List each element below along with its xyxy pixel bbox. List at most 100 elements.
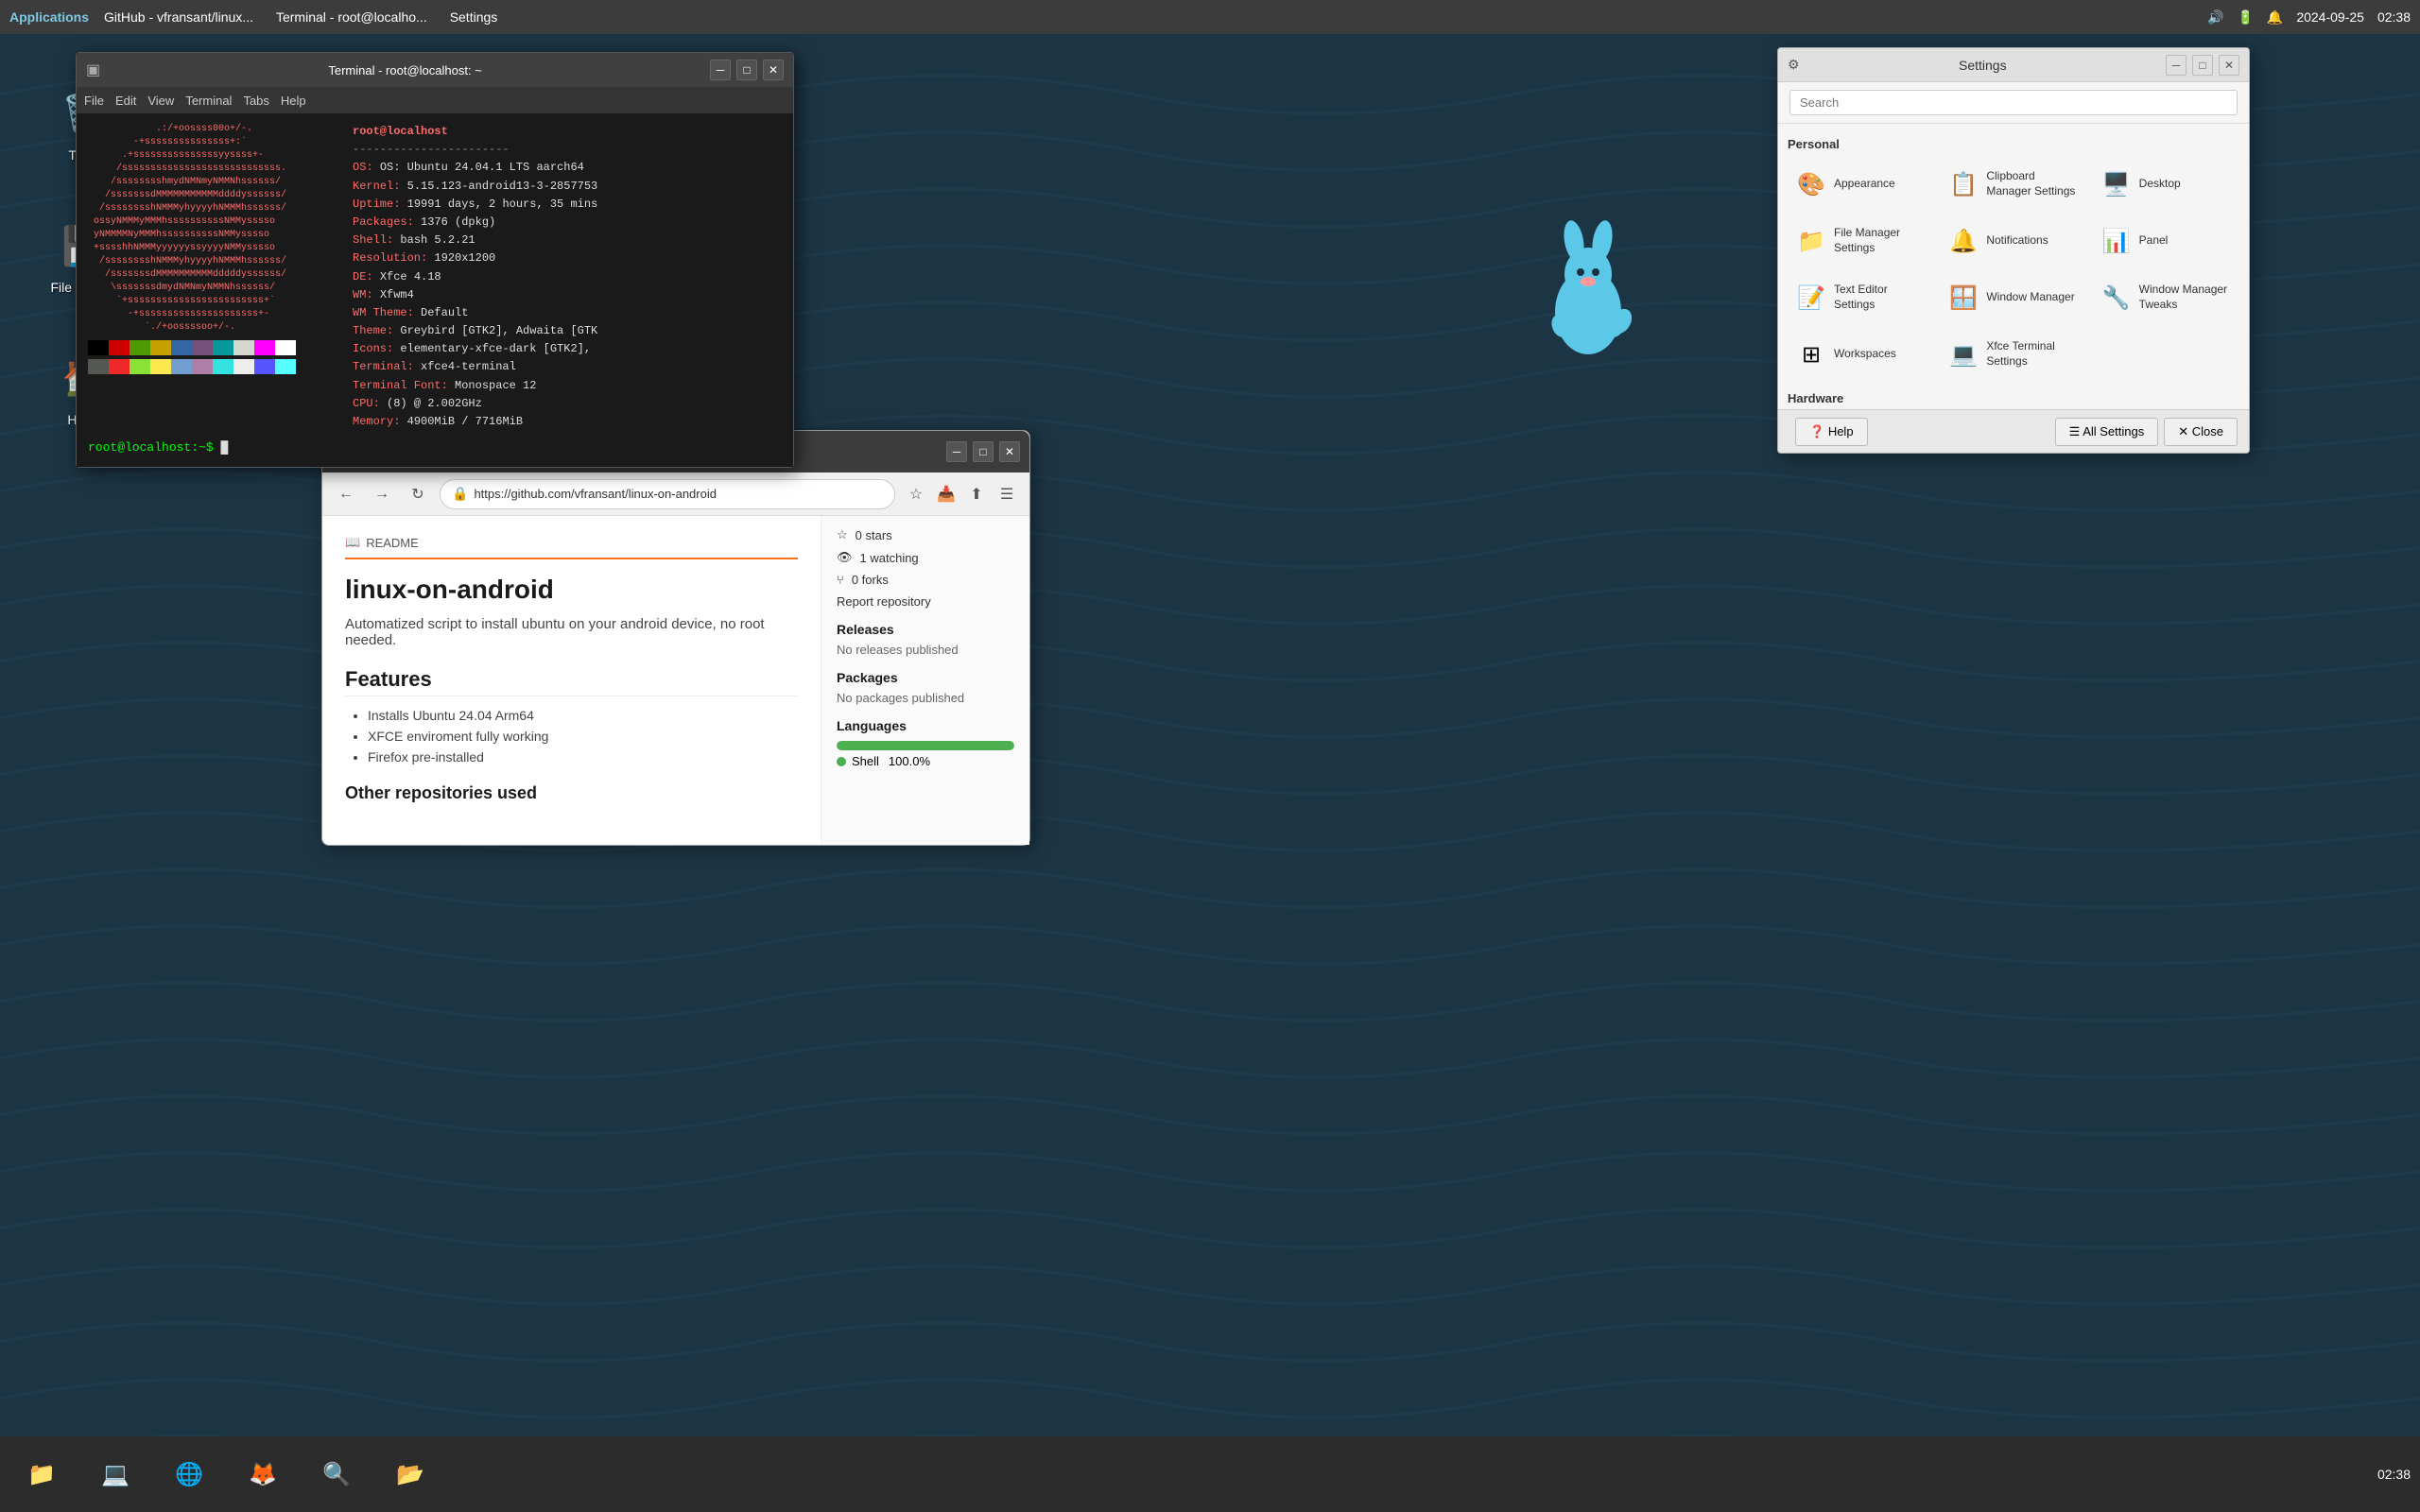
report-stat[interactable]: Report repository xyxy=(837,594,1014,609)
settings-item-panel[interactable]: 📊 Panel xyxy=(2093,215,2239,266)
shell-lang-label: Shell xyxy=(852,754,879,768)
settings-item-windowmanager-tweaks[interactable]: 🔧 Window Manager Tweaks xyxy=(2093,272,2239,323)
settings-all-settings-btn[interactable]: ☰ All Settings xyxy=(2055,418,2159,446)
watching-stat[interactable]: 👁 1 watching xyxy=(837,550,1014,565)
terminal-minimize-btn[interactable]: ─ xyxy=(710,60,731,80)
browser-forward-btn[interactable]: → xyxy=(368,480,396,508)
settings-minimize-btn[interactable]: ─ xyxy=(2166,55,2187,76)
stars-icon: ☆ xyxy=(837,527,848,542)
settings-close-btn2[interactable]: ✕ Close xyxy=(2164,418,2238,446)
browser-menu-btn[interactable]: ☰ xyxy=(994,481,1020,507)
stars-stat[interactable]: ☆ 0 stars xyxy=(837,527,1014,542)
forks-stat[interactable]: ⑂ 0 forks xyxy=(837,573,1014,587)
terminal-titlebar: ▣ Terminal - root@localhost: ~ ─ □ ✕ xyxy=(77,53,793,87)
clock-display: 2024-09-25 xyxy=(2296,9,2364,25)
readme-tab-label: README xyxy=(366,536,419,550)
taskbar-item-files[interactable]: 📁 xyxy=(9,1450,79,1499)
taskbar-item-folder[interactable]: 📂 xyxy=(378,1450,448,1499)
browser-url-bar[interactable]: 🔒 https://github.com/vfransant/linux-on-… xyxy=(440,479,895,509)
settings-help-btn[interactable]: ❓ Help xyxy=(1795,418,1868,446)
panel-icon: 📊 xyxy=(2100,224,2134,258)
terminal-maximize-btn[interactable]: □ xyxy=(736,60,757,80)
readme-panel[interactable]: 📖 README linux-on-android Automatized sc… xyxy=(322,516,821,845)
releases-sub: No releases published xyxy=(837,643,1014,657)
settings-item-xfceterminal[interactable]: 💻 Xfce Terminal Settings xyxy=(1940,329,2086,380)
taskbar-item-terminal[interactable]: 💻 xyxy=(83,1450,153,1499)
taskbar-item-firefox[interactable]: 🦊 xyxy=(231,1450,301,1499)
taskbar-item-browser-manager[interactable]: 🌐 xyxy=(157,1450,227,1499)
settings-maximize-btn[interactable]: □ xyxy=(2192,55,2213,76)
terminal-menu-terminal[interactable]: Terminal xyxy=(185,94,232,108)
xfceterminal-icon: 💻 xyxy=(1946,337,1980,371)
desktop: Applications GitHub - vfransant/linux...… xyxy=(0,0,2420,1512)
settings-body: Personal 🎨 Appearance 📋 Clipboard Manage… xyxy=(1778,124,2249,424)
terminal-menu-help[interactable]: Help xyxy=(281,94,306,108)
browser-close-btn[interactable]: ✕ xyxy=(999,441,1020,462)
settings-controls: ─ □ ✕ xyxy=(2166,55,2239,76)
settings-search-input[interactable] xyxy=(1789,90,2238,115)
browser-toolbar: ← → ↻ 🔒 https://github.com/vfransant/lin… xyxy=(322,472,1029,516)
settings-item-filemanager[interactable]: 📁 File Manager Settings xyxy=(1788,215,1934,266)
forks-icon: ⑂ xyxy=(837,573,844,587)
applications-menu[interactable]: Applications xyxy=(9,9,89,25)
taskbar-time: 02:38 xyxy=(2377,1467,2411,1482)
settings-item-desktop[interactable]: 🖥️ Desktop xyxy=(2093,159,2239,210)
windowmanager-icon: 🪟 xyxy=(1946,281,1980,315)
battery-icon[interactable]: 🔋 xyxy=(2237,9,2253,26)
readme-other-repos-title: Other repositories used xyxy=(345,783,798,803)
settings-item-appearance[interactable]: 🎨 Appearance xyxy=(1788,159,1934,210)
appearance-label: Appearance xyxy=(1834,177,1895,192)
terminal-body[interactable]: .:/+oossss00o+/-. -+sssssssssssssss+:` .… xyxy=(77,113,793,467)
languages-section-title: Languages xyxy=(837,718,1014,733)
time-display: 02:38 xyxy=(2377,9,2411,25)
browser-maximize-btn[interactable]: □ xyxy=(973,441,994,462)
browser-synced-tab-icon[interactable]: ⬆ xyxy=(963,481,990,507)
terminal-controls: ─ □ ✕ xyxy=(710,60,784,80)
report-label: Report repository xyxy=(837,594,931,609)
terminal-window: ▣ Terminal - root@localhost: ~ ─ □ ✕ Fil… xyxy=(76,52,794,468)
settings-item-workspaces[interactable]: ⊞ Workspaces xyxy=(1788,329,1934,380)
terminal-close-btn[interactable]: ✕ xyxy=(763,60,784,80)
files-taskbar-icon: 📁 xyxy=(23,1455,60,1493)
readme-feature-3: Firefox pre-installed xyxy=(368,749,798,765)
browser-minimize-btn[interactable]: ─ xyxy=(946,441,967,462)
url-lock-icon: 🔒 xyxy=(452,486,468,502)
terminal-menu-tabs[interactable]: Tabs xyxy=(243,94,268,108)
top-panel: Applications GitHub - vfransant/linux...… xyxy=(0,0,2420,34)
texteditor-label: Text Editor Settings xyxy=(1834,283,1927,312)
browser-back-btn[interactable]: ← xyxy=(332,480,360,508)
readme-repo-desc: Automatized script to install ubuntu on … xyxy=(345,616,798,648)
term-os: OS: Ubuntu 24.04.1 LTS aarch64 xyxy=(380,161,584,174)
taskbar-right: 02:38 xyxy=(2377,1467,2411,1482)
settings-close-btn[interactable]: ✕ xyxy=(2219,55,2239,76)
settings-item-texteditor[interactable]: 📝 Text Editor Settings xyxy=(1788,272,1934,323)
appearance-icon: 🎨 xyxy=(1794,167,1828,201)
browser-bookmark-bar-icon[interactable]: ☆ xyxy=(903,481,929,507)
workspaces-label: Workspaces xyxy=(1834,347,1896,362)
settings-hardware-title: Hardware xyxy=(1788,391,2239,405)
search-taskbar-icon: 🔍 xyxy=(318,1455,355,1493)
volume-icon[interactable]: 🔊 xyxy=(2207,9,2223,26)
browser-pocket-icon[interactable]: 📥 xyxy=(933,481,959,507)
stars-count: 0 stars xyxy=(856,528,892,542)
windowmanager-tweaks-label: Window Manager Tweaks xyxy=(2139,283,2233,312)
notifications-icon: 🔔 xyxy=(1946,224,1980,258)
browser-refresh-btn[interactable]: ↻ xyxy=(404,480,432,508)
taskbar-item-search[interactable]: 🔍 xyxy=(304,1450,374,1499)
terminal-menu-view[interactable]: View xyxy=(147,94,174,108)
shell-lang-pct: 100.0% xyxy=(889,754,930,768)
settings-item-clipboard[interactable]: 📋 Clipboard Manager Settings xyxy=(1940,159,2086,210)
settings-titlebar: ⚙ Settings ─ □ ✕ xyxy=(1778,48,2249,82)
terminal-title: Terminal - root@localhost: ~ xyxy=(100,63,710,77)
settings-item-notifications[interactable]: 🔔 Notifications xyxy=(1940,215,2086,266)
terminal-menu-edit[interactable]: Edit xyxy=(115,94,136,108)
forks-count: 0 forks xyxy=(852,573,889,587)
settings-title: Settings xyxy=(1800,58,2166,73)
settings-item-windowmanager[interactable]: 🪟 Window Manager xyxy=(1940,272,2086,323)
releases-section-title: Releases xyxy=(837,622,1014,637)
workspaces-icon: ⊞ xyxy=(1794,337,1828,371)
xfceterminal-label: Xfce Terminal Settings xyxy=(1986,339,2080,369)
folder-taskbar-icon: 📂 xyxy=(391,1455,429,1493)
terminal-menu-file[interactable]: File xyxy=(84,94,104,108)
notification-icon[interactable]: 🔔 xyxy=(2267,9,2283,26)
